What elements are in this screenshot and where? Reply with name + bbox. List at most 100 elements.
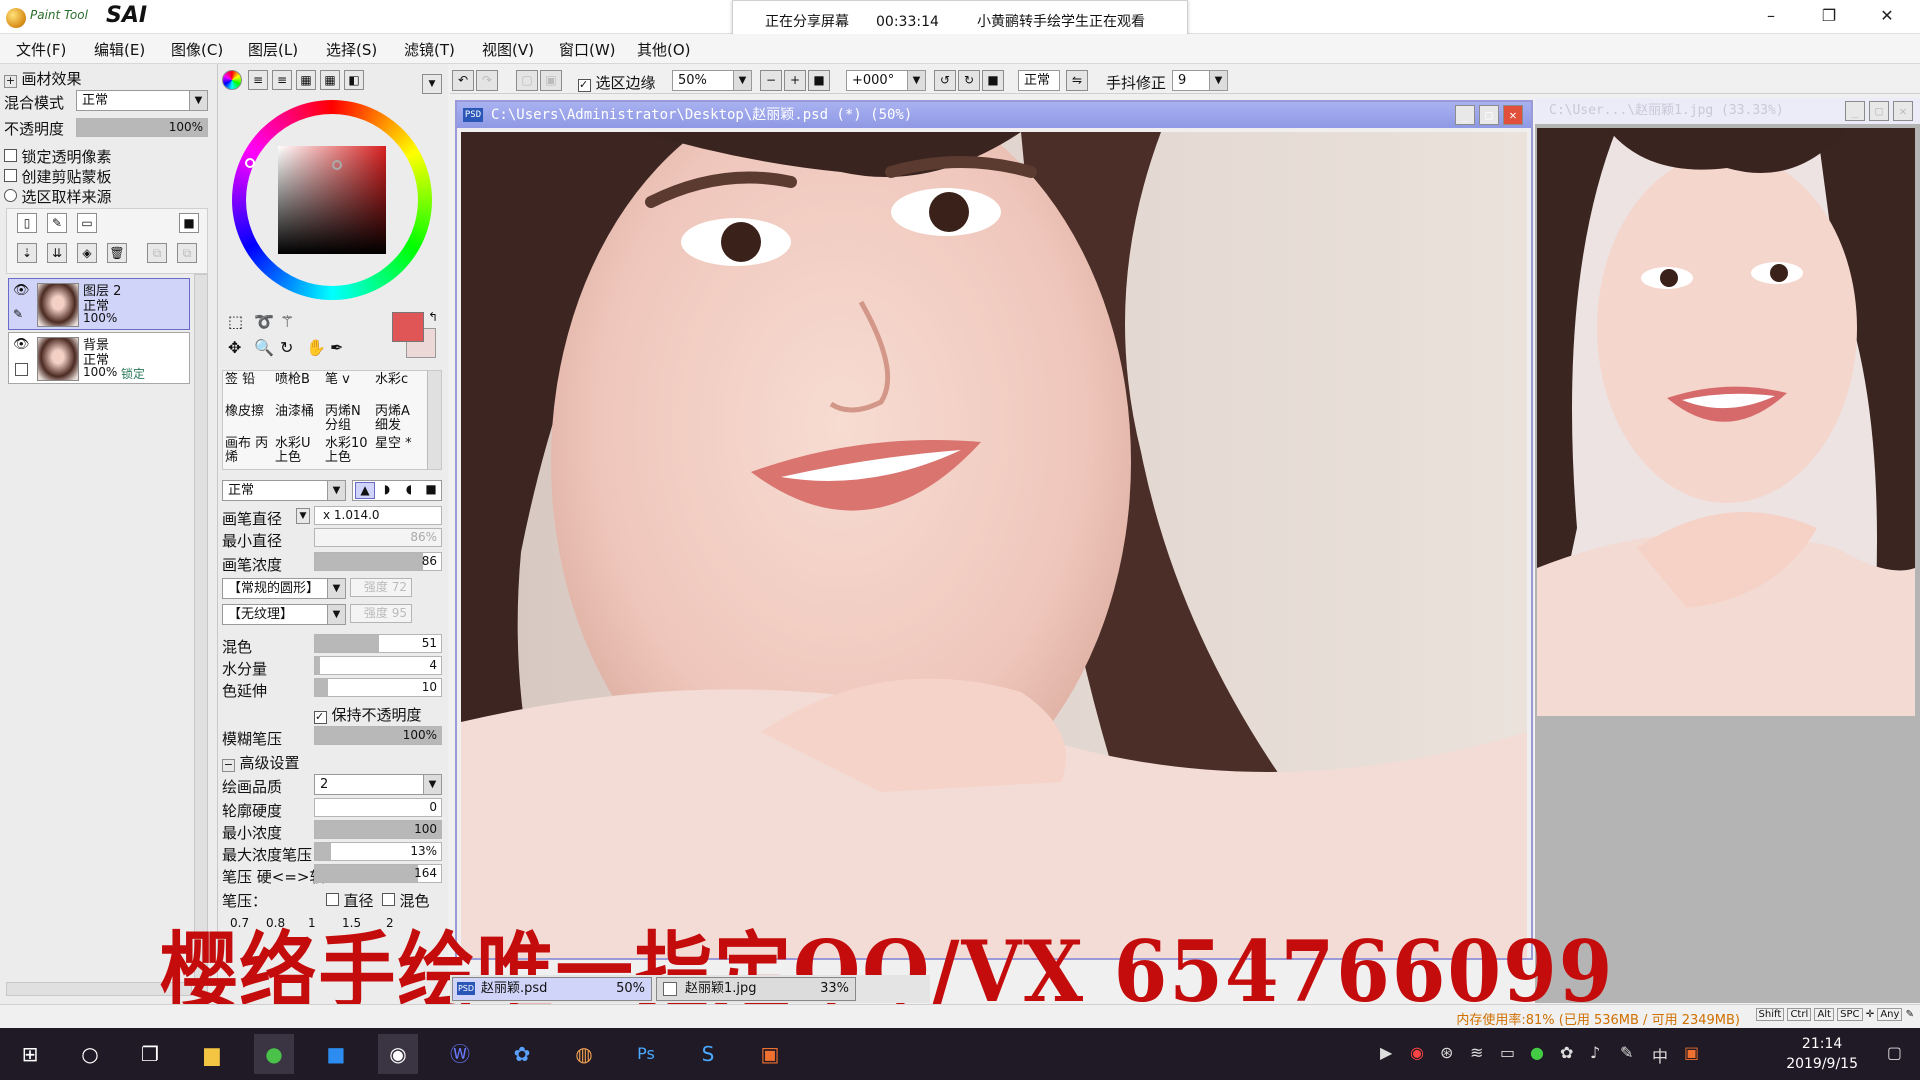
rotate-icon[interactable]: ↻ bbox=[280, 338, 293, 357]
brush-slot[interactable]: 喷枪B bbox=[275, 373, 323, 403]
stabilizer-select[interactable]: 9 ▼ bbox=[1172, 70, 1228, 91]
system-clock[interactable]: 21:14 2019/9/15 bbox=[1786, 1034, 1858, 1074]
brush-slot[interactable]: 水彩c bbox=[375, 373, 423, 403]
zoom-icon[interactable]: 🔍 bbox=[254, 338, 274, 357]
undo-icon[interactable]: ↶ bbox=[452, 70, 474, 91]
color-wheel-tab-icon[interactable] bbox=[222, 70, 242, 90]
layer-item[interactable]: 👁 ✎ 图层 2 正常 100% bbox=[8, 278, 190, 330]
scratchpad-tab-icon[interactable]: ◧ bbox=[344, 70, 364, 90]
paste-layer-icon[interactable]: ⧉ bbox=[177, 243, 197, 263]
menu-edit[interactable]: 编辑(E) bbox=[94, 39, 145, 60]
max-density-slider[interactable]: 13% bbox=[314, 842, 442, 861]
menu-filter[interactable]: 滤镜(T) bbox=[404, 39, 455, 60]
move-icon[interactable]: ✥ bbox=[228, 338, 241, 357]
battery-icon[interactable]: ▭ bbox=[1500, 1043, 1515, 1062]
ref-minimize-button[interactable]: _ bbox=[1845, 101, 1865, 121]
hue-marker[interactable] bbox=[245, 158, 255, 168]
advanced-settings-toggle[interactable]: − 高级设置 bbox=[222, 752, 299, 773]
painting-canvas[interactable] bbox=[461, 132, 1527, 958]
invert-selection-icon[interactable]: ▣ bbox=[540, 70, 562, 91]
deselect-icon[interactable]: ▢ bbox=[516, 70, 538, 91]
ref-close-button[interactable]: ✕ bbox=[1893, 101, 1913, 121]
new-linework-layer-icon[interactable]: ✎ bbox=[47, 213, 67, 233]
zoom-out-icon[interactable]: − bbox=[760, 70, 782, 91]
layer-mask-icon[interactable]: ■ bbox=[179, 213, 199, 233]
clear-layer-icon[interactable]: ◈ bbox=[77, 243, 97, 263]
primary-color-swatch[interactable] bbox=[392, 312, 424, 342]
tray-cloud-icon[interactable]: ✿ bbox=[1560, 1043, 1573, 1062]
magic-wand-icon[interactable]: ⚚ bbox=[280, 312, 294, 331]
quality-select[interactable]: 2 ▼ bbox=[314, 774, 442, 795]
search-icon[interactable]: ○ bbox=[70, 1034, 110, 1074]
doc-tab-jpg[interactable]: 赵丽颖1.jpg 33% bbox=[656, 977, 856, 1001]
menu-select[interactable]: 选择(S) bbox=[326, 39, 377, 60]
brush-slot[interactable]: 画布 丙烯 bbox=[225, 437, 273, 467]
volume-icon[interactable]: ♪ bbox=[1590, 1043, 1600, 1062]
zoom-in-icon[interactable]: + bbox=[784, 70, 806, 91]
menu-layer[interactable]: 图层(L) bbox=[248, 39, 298, 60]
tray-player-icon[interactable]: ▶ bbox=[1380, 1043, 1392, 1062]
chevron-down-icon[interactable]: ▼ bbox=[296, 508, 310, 524]
brush-slot[interactable]: 橡皮擦 bbox=[225, 405, 273, 435]
notification-icon[interactable]: ▢ bbox=[1887, 1043, 1902, 1062]
minimize-button[interactable]: – bbox=[1742, 0, 1800, 34]
zoom-reset-icon[interactable]: ■ bbox=[808, 70, 830, 91]
restore-button[interactable]: ❐ bbox=[1800, 0, 1858, 34]
lock-alpha-checkbox[interactable]: 锁定透明像素 bbox=[4, 146, 111, 167]
tray-network-icon[interactable]: ⊛ bbox=[1440, 1043, 1453, 1062]
texture-strength-slider[interactable]: 强度 95 bbox=[350, 604, 412, 623]
edge-hard-icon[interactable]: ▲ bbox=[355, 482, 375, 499]
rgb-slider-tab-icon[interactable]: ≡ bbox=[248, 70, 268, 90]
new-layer-icon[interactable]: ▯ bbox=[17, 213, 37, 233]
color-wheel[interactable] bbox=[232, 100, 432, 300]
brush-slot[interactable]: 油漆桶 bbox=[275, 405, 323, 435]
layer-scrollbar[interactable] bbox=[194, 274, 208, 994]
pen-tray-icon[interactable]: ✎ bbox=[1620, 1043, 1633, 1062]
brush-mode-select[interactable]: 正常 ▼ bbox=[222, 480, 346, 501]
ref-maximize-button[interactable]: □ bbox=[1869, 101, 1889, 121]
view-mode-select[interactable]: 正常 bbox=[1018, 70, 1060, 91]
menu-other[interactable]: 其他(O) bbox=[637, 39, 691, 60]
close-button[interactable]: ✕ bbox=[1858, 0, 1916, 34]
layer-item[interactable]: 👁 背景 正常 100% 锁定 bbox=[8, 332, 190, 384]
zoom-select[interactable]: 50% ▼ bbox=[672, 70, 752, 91]
ime-indicator[interactable]: 中 bbox=[1652, 1043, 1668, 1067]
blur-slider[interactable]: 100% bbox=[314, 726, 442, 745]
photoshop-icon[interactable]: Ps bbox=[626, 1034, 666, 1074]
blend-mode-select[interactable]: 正常 ▼ bbox=[76, 90, 208, 111]
palette-tab-icon[interactable]: ▦ bbox=[320, 70, 340, 90]
effects-header[interactable]: + 画材效果 bbox=[4, 68, 81, 89]
rotation-select[interactable]: +000° ▼ bbox=[846, 70, 926, 91]
merge-down-icon[interactable]: ⇊ bbox=[47, 243, 67, 263]
canvas-maximize-button[interactable]: □ bbox=[1479, 105, 1499, 125]
blend-slider[interactable]: 51 bbox=[314, 634, 442, 653]
menu-file[interactable]: 文件(F) bbox=[16, 39, 66, 60]
tray-wechat-icon[interactable]: ● bbox=[1530, 1043, 1544, 1062]
canvas-minimize-button[interactable]: _ bbox=[1455, 105, 1475, 125]
brush-slot[interactable]: 水彩U 上色 bbox=[275, 437, 323, 467]
edge-medium-icon[interactable]: ◖ bbox=[399, 482, 419, 499]
swap-colors-icon[interactable]: ↰ bbox=[428, 310, 438, 324]
sogou-icon[interactable]: S bbox=[688, 1034, 728, 1074]
canvas-close-button[interactable]: ✕ bbox=[1503, 105, 1523, 125]
task-view-icon[interactable]: ❐ bbox=[130, 1034, 170, 1074]
density-slider[interactable]: 86 bbox=[314, 552, 442, 571]
brush-grid-scrollbar[interactable] bbox=[427, 371, 441, 469]
copy-layer-icon[interactable]: ⧉ bbox=[147, 243, 167, 263]
tray-app-icon[interactable]: ▣ bbox=[1684, 1043, 1699, 1062]
brush-shape-select[interactable]: 【常规的圆形】 ▼ bbox=[222, 578, 346, 599]
redo-icon[interactable]: ↷ bbox=[476, 70, 498, 91]
word-icon[interactable]: Ⓦ bbox=[440, 1034, 480, 1074]
brush-slot[interactable]: 笔 v bbox=[325, 373, 373, 403]
rotate-left-icon[interactable]: ↺ bbox=[934, 70, 956, 91]
app-cloud-icon[interactable]: ✿ bbox=[502, 1034, 542, 1074]
edge-slider[interactable]: 0 bbox=[314, 798, 442, 817]
delete-layer-icon[interactable]: 🗑 bbox=[107, 243, 127, 263]
new-folder-icon[interactable]: ▭ bbox=[77, 213, 97, 233]
layer-select-checkbox[interactable] bbox=[15, 363, 28, 376]
doc-tab-psd[interactable]: PSD 赵丽颖.psd 50% bbox=[452, 977, 652, 1001]
opacity-slider[interactable]: 100% bbox=[76, 118, 208, 137]
hsv-slider-tab-icon[interactable]: ≡ bbox=[272, 70, 292, 90]
reference-photo[interactable] bbox=[1537, 128, 1915, 716]
shape-strength-slider[interactable]: 强度 72 bbox=[350, 578, 412, 597]
